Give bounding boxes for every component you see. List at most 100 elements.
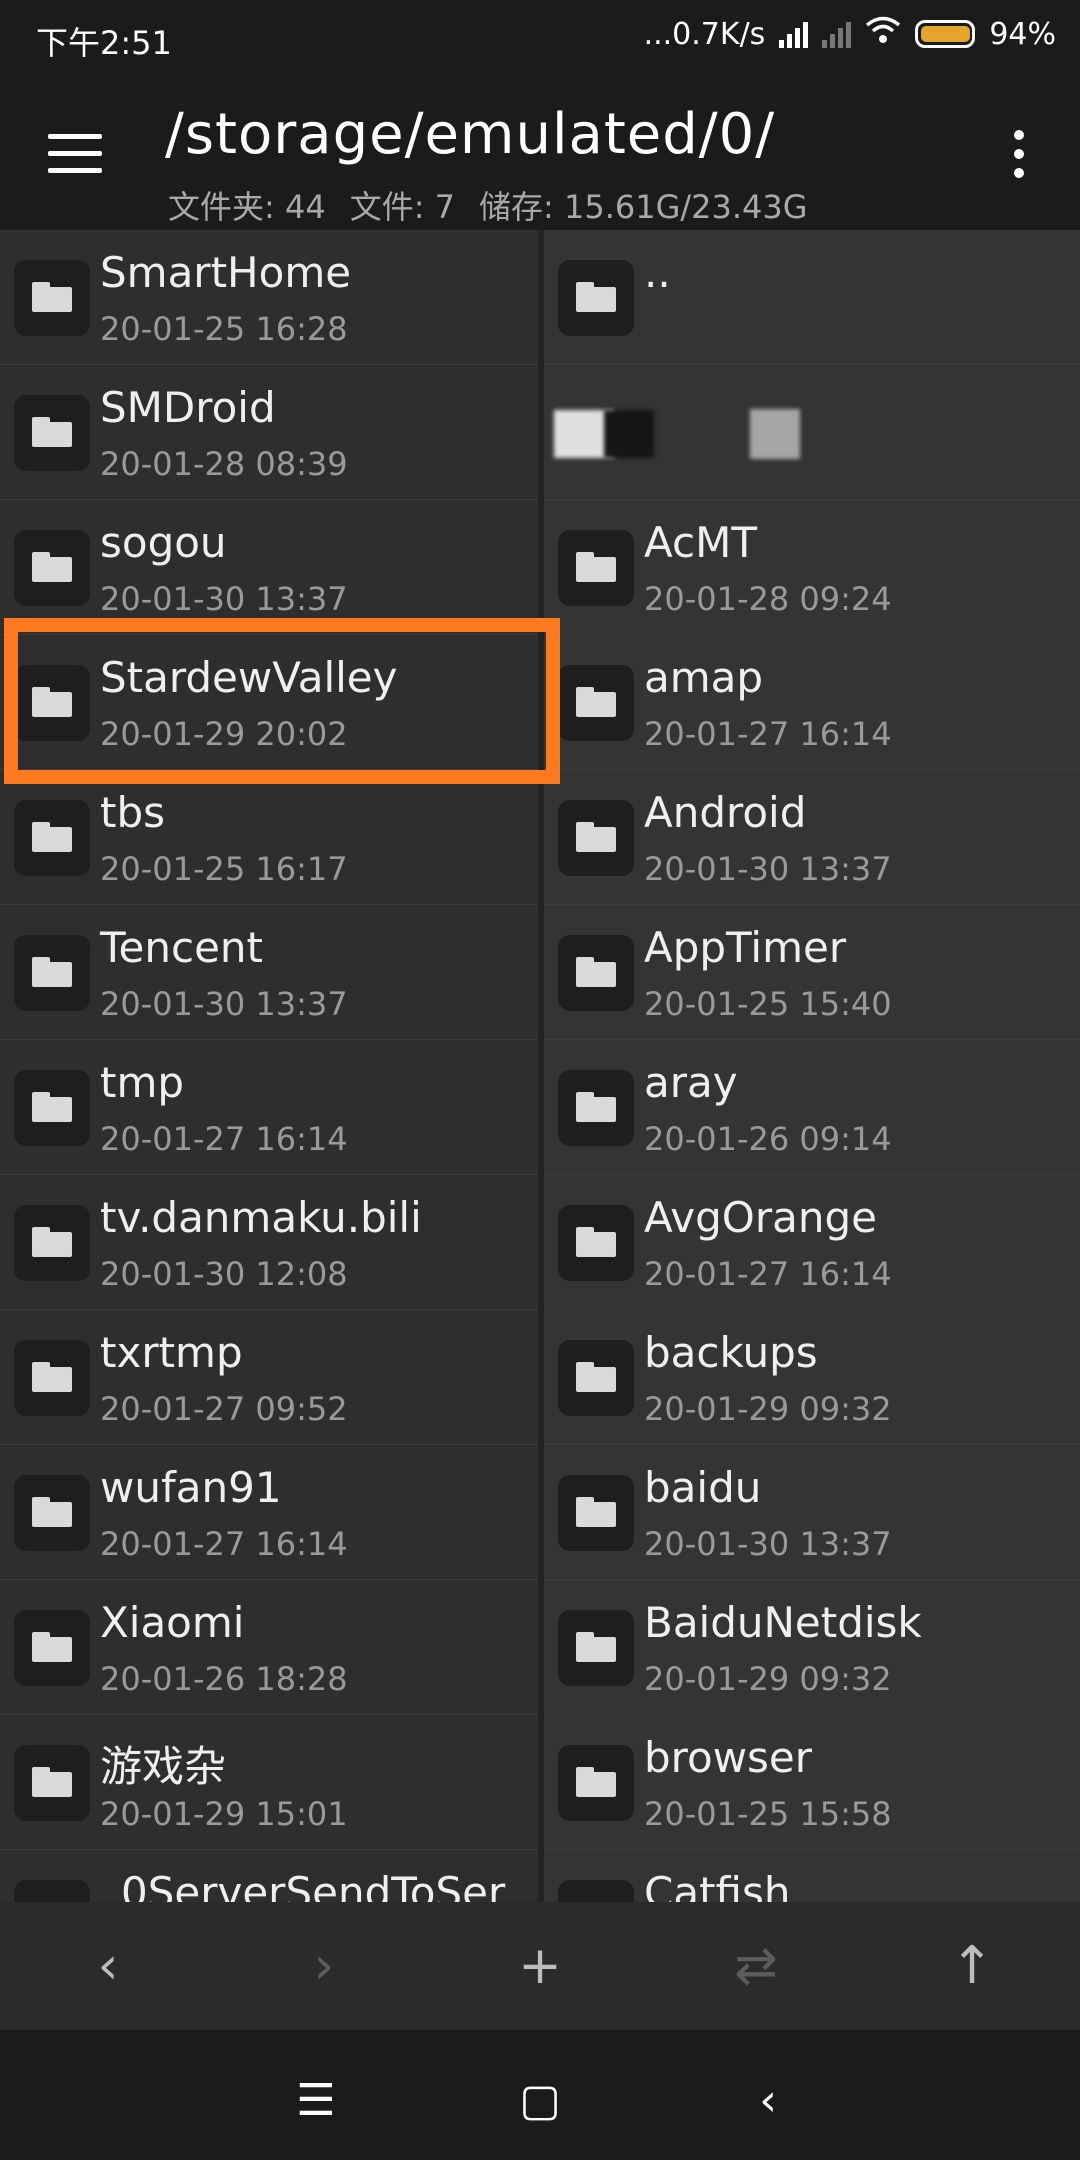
folder-row[interactable] — [544, 365, 1080, 500]
folder-row[interactable]: baidu 20-01-30 13:37 — [544, 1445, 1080, 1580]
folder-name: _0ServerSendToSer — [100, 1868, 506, 1902]
folder-row[interactable]: .. — [544, 230, 1080, 365]
folder-icon — [14, 1475, 90, 1551]
dual-pane-browser: SmartHome 20-01-25 16:28 SMDroid 20-01-28 0… — [0, 230, 1080, 1902]
folder-name: backups — [644, 1328, 818, 1377]
back-icon[interactable]: ‹ — [74, 1932, 142, 2000]
folder-row[interactable]: backups 20-01-29 09:32 — [544, 1310, 1080, 1445]
folder-row[interactable]: browser 20-01-25 15:58 — [544, 1715, 1080, 1850]
folder-date: 20-01-25 16:17 — [100, 850, 348, 888]
file-count: 文件: 7 — [349, 188, 456, 226]
folder-icon — [14, 1610, 90, 1686]
add-icon[interactable]: + — [506, 1932, 574, 2000]
wifi-icon — [865, 16, 901, 52]
folder-date: 20-01-25 16:28 — [100, 310, 348, 348]
folder-icon — [558, 1880, 634, 1902]
folder-row[interactable]: StardewValley 20-01-29 20:02 — [0, 635, 538, 770]
more-options-icon[interactable] — [1014, 130, 1024, 178]
folder-date: 20-01-30 13:37 — [644, 1525, 892, 1563]
folder-row[interactable]: AcMT 20-01-28 09:24 — [544, 500, 1080, 635]
folder-name: tbs — [100, 788, 166, 837]
folder-icon — [14, 665, 90, 741]
cell-signal-2-icon — [822, 20, 852, 48]
folder-row[interactable]: Android 20-01-30 13:37 — [544, 770, 1080, 905]
folder-name: browser — [644, 1733, 813, 1782]
folder-row[interactable]: BaiduNetdisk 20-01-29 09:32 — [544, 1580, 1080, 1715]
left-pane[interactable]: SmartHome 20-01-25 16:28 SMDroid 20-01-28 0… — [0, 230, 538, 1902]
folder-row[interactable]: amap 20-01-27 16:14 — [544, 635, 1080, 770]
folder-row[interactable]: _0ServerSendToSer — [0, 1850, 538, 1902]
folder-row[interactable]: SmartHome 20-01-25 16:28 — [0, 230, 538, 365]
folder-date: 20-01-30 13:37 — [644, 850, 892, 888]
folder-icon — [14, 1745, 90, 1821]
folder-icon — [558, 665, 634, 741]
folder-row[interactable]: AvgOrange 20-01-27 16:14 — [544, 1175, 1080, 1310]
folder-icon — [14, 1340, 90, 1416]
folder-icon — [558, 260, 634, 336]
folder-date: 20-01-27 09:52 — [100, 1390, 348, 1428]
folder-date: 20-01-28 09:24 — [644, 580, 892, 618]
folder-name: Catfish — [644, 1868, 791, 1902]
folder-name: 游戏杂 — [100, 1742, 227, 1791]
folder-name: tmp — [100, 1058, 185, 1107]
folder-icon — [14, 260, 90, 336]
folder-date: 20-01-27 16:14 — [644, 1255, 892, 1293]
storage-info: 文件夹: 44 文件: 7 储存: 15.61G/23.43G — [168, 182, 808, 228]
folder-row[interactable]: Catfish — [544, 1850, 1080, 1902]
folder-row[interactable]: AppTimer 20-01-25 15:40 — [544, 905, 1080, 1040]
folder-icon — [558, 530, 634, 606]
recents-icon[interactable]: ☰ — [286, 2070, 346, 2130]
nav-back-icon[interactable]: ‹ — [738, 2070, 798, 2130]
folder-name: amap — [644, 653, 764, 702]
folder-icon — [14, 395, 90, 471]
current-path[interactable]: /storage/emulated/0/ — [165, 102, 775, 167]
forward-icon[interactable]: › — [290, 1932, 358, 2000]
redacted-block — [750, 409, 800, 459]
folder-row[interactable]: SMDroid 20-01-28 08:39 — [0, 365, 538, 500]
folder-date: 20-01-30 13:37 — [100, 580, 348, 618]
net-speed: ...0.7K/s — [643, 16, 766, 52]
folder-date: 20-01-29 09:32 — [644, 1660, 892, 1698]
right-pane[interactable]: .. AcMT 20-01-28 09:24 amap 20-01-27 16:14 An… — [544, 230, 1080, 1902]
folder-icon — [558, 800, 634, 876]
folder-row[interactable]: tmp 20-01-27 16:14 — [0, 1040, 538, 1175]
app-bar: /storage/emulated/0/ 文件夹: 44 文件: 7 储存: 1… — [0, 78, 1080, 230]
folder-row[interactable]: wufan91 20-01-27 16:14 — [0, 1445, 538, 1580]
home-icon[interactable]: ▢ — [510, 2070, 570, 2130]
folder-row[interactable]: 游戏杂 20-01-29 15:01 — [0, 1715, 538, 1850]
folder-date: 20-01-25 15:58 — [644, 1795, 892, 1833]
storage-usage: 储存: 15.61G/23.43G — [479, 188, 808, 226]
folder-name: BaiduNetdisk — [644, 1598, 922, 1647]
cell-signal-icon — [779, 20, 809, 48]
parent-directory-icon[interactable]: ↑ — [938, 1932, 1006, 2000]
folder-icon — [558, 1475, 634, 1551]
folder-icon — [14, 1880, 90, 1902]
folder-name: Tencent — [100, 923, 263, 972]
folder-name: SMDroid — [100, 383, 276, 432]
folder-icon — [558, 1745, 634, 1821]
folder-date: 20-01-25 15:40 — [644, 985, 892, 1023]
battery-percent: 94% — [989, 16, 1056, 52]
folder-icon — [14, 935, 90, 1011]
folder-row[interactable]: tbs 20-01-25 16:17 — [0, 770, 538, 905]
folder-row[interactable]: txrtmp 20-01-27 09:52 — [0, 1310, 538, 1445]
folder-icon — [558, 1610, 634, 1686]
folder-row[interactable]: sogou 20-01-30 13:37 — [0, 500, 538, 635]
folder-row[interactable]: Tencent 20-01-30 13:37 — [0, 905, 538, 1040]
folder-name: aray — [644, 1058, 738, 1107]
folder-name: Xiaomi — [100, 1598, 245, 1647]
folder-row[interactable]: tv.danmaku.bili 20-01-30 12:08 — [0, 1175, 538, 1310]
folder-date: 20-01-29 20:02 — [100, 715, 348, 753]
swap-panes-icon[interactable]: ⇄ — [722, 1932, 790, 2000]
folder-name: tv.danmaku.bili — [100, 1193, 422, 1242]
folder-icon — [14, 1205, 90, 1281]
folder-date: 20-01-30 13:37 — [100, 985, 348, 1023]
folder-row[interactable]: aray 20-01-26 09:14 — [544, 1040, 1080, 1175]
menu-icon[interactable] — [48, 134, 102, 174]
bottom-toolbar: ‹ › + ⇄ ↑ — [0, 1902, 1080, 2030]
folder-name: AcMT — [644, 518, 757, 567]
folder-name: txrtmp — [100, 1328, 243, 1377]
status-icons: ...0.7K/s 94% — [644, 16, 1056, 52]
folder-row[interactable]: Xiaomi 20-01-26 18:28 — [0, 1580, 538, 1715]
folder-date: 20-01-29 15:01 — [100, 1795, 348, 1833]
